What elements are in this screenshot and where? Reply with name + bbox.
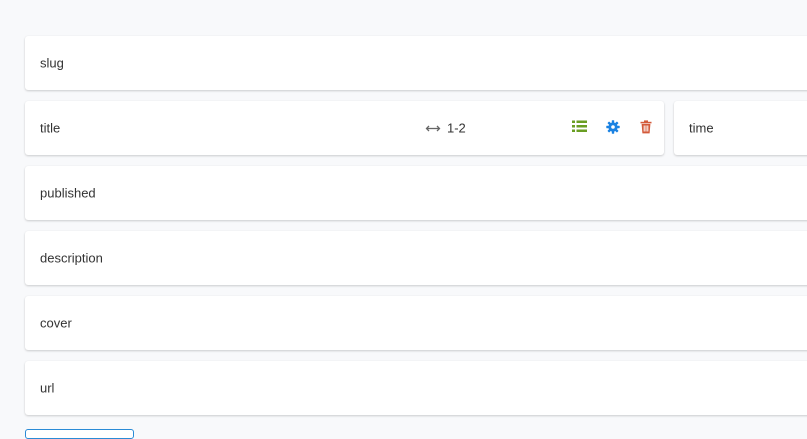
field-label-description: description — [40, 250, 103, 266]
field-label-title: title — [40, 120, 61, 136]
field-label-cover: cover — [40, 315, 72, 331]
horizontal-resize-icon — [425, 124, 441, 132]
column-span-value: 1-2 — [447, 120, 466, 136]
field-label-url: url — [40, 380, 55, 396]
list-icon[interactable] — [571, 118, 588, 135]
field-row-cover[interactable]: cover — [25, 296, 807, 350]
field-row-slug[interactable]: slug — [25, 36, 807, 90]
field-row-description[interactable]: description — [25, 231, 807, 285]
field-row-published[interactable]: published — [25, 166, 807, 220]
add-field-button[interactable] — [25, 429, 134, 439]
field-actions — [571, 118, 654, 135]
field-label-time: time — [689, 120, 714, 136]
field-row-time[interactable]: time — [674, 101, 807, 155]
gear-icon[interactable] — [604, 118, 621, 135]
field-row-title[interactable]: title 1-2 — [25, 101, 664, 155]
field-label-slug: slug — [40, 55, 64, 71]
column-span-indicator: 1-2 — [425, 121, 466, 136]
trash-icon[interactable] — [637, 118, 654, 135]
field-row-url[interactable]: url — [25, 361, 807, 415]
field-label-published: published — [40, 185, 96, 201]
